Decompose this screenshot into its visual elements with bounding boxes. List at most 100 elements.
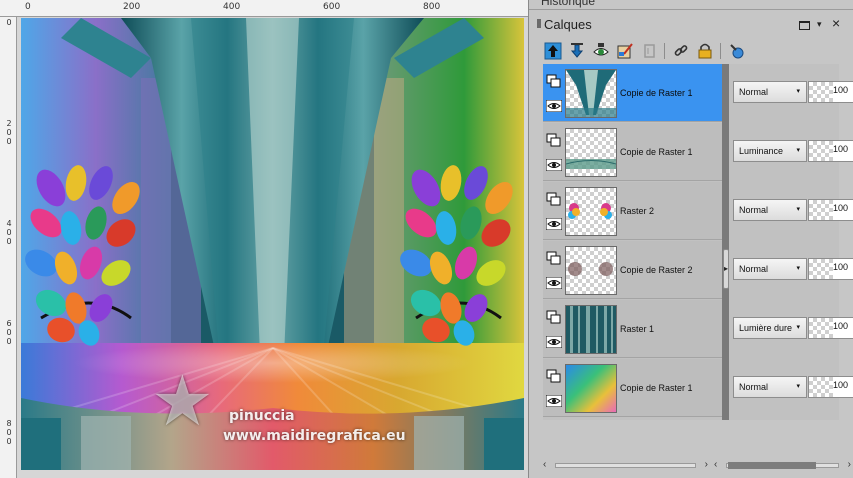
- history-panel-title: Historique: [541, 0, 596, 8]
- layer-thumbnail: [565, 187, 617, 236]
- layer-group-icon[interactable]: [546, 369, 562, 383]
- opacity-preview: [809, 141, 833, 161]
- vertical-ruler: 0 2 0 0 4 0 0 6 0 0 8 0 0: [0, 17, 17, 478]
- eye-icon[interactable]: [545, 335, 563, 349]
- chevron-down-icon: ▾: [796, 383, 800, 390]
- blend-mode-select[interactable]: Luminance ▾: [733, 140, 807, 162]
- close-icon[interactable]: ×: [832, 15, 840, 31]
- chevron-down-icon: ▾: [796, 324, 800, 331]
- layer-row[interactable]: Copie de Raster 1: [543, 64, 722, 122]
- watermark-url: www.maidiregrafica.eu: [223, 428, 406, 444]
- layers-panel: Historique Calques ▾ × ▸ Copie de Raster…: [528, 0, 853, 478]
- properties-horizontal-scrollbar[interactable]: ‹ ›: [714, 459, 851, 471]
- collapse-panel-handle[interactable]: ▸: [723, 249, 729, 289]
- star-logo-icon: ★: [151, 360, 214, 442]
- ruler-label: 200: [123, 2, 141, 12]
- opacity-preview: [809, 200, 833, 220]
- layer-name: Raster 1: [620, 324, 655, 334]
- layer-row[interactable]: Raster 2: [543, 182, 722, 240]
- new-layer-dropper-icon[interactable]: [726, 40, 748, 62]
- layer-group-icon[interactable]: [546, 310, 562, 324]
- scroll-right-icon[interactable]: ›: [705, 459, 708, 470]
- layers-list: ▸ Copie de Raster 1 Normal ▾ 100 Copie de…: [543, 64, 853, 420]
- chevron-down-icon: ▾: [796, 206, 800, 213]
- layer-row[interactable]: Copie de Raster 2: [543, 241, 722, 299]
- layer-name: Copie de Raster 1: [620, 383, 693, 393]
- blend-mode-value: Normal: [739, 382, 769, 392]
- canvas-area[interactable]: 0 200 400 600 800 0 2 0 0 4 0 0 6 0 0 8 …: [0, 0, 528, 478]
- toolbar-separator: [664, 43, 665, 59]
- history-panel-header[interactable]: Historique: [529, 0, 853, 10]
- scroll-track[interactable]: [555, 463, 696, 468]
- blend-mode-value: Normal: [739, 264, 769, 274]
- eye-icon[interactable]: [545, 276, 563, 290]
- artwork-canvas[interactable]: ★ pinuccia www.maidiregrafica.eu: [21, 18, 524, 470]
- blend-mode-select[interactable]: Normal ▾: [733, 376, 807, 398]
- scroll-left-icon[interactable]: ‹: [543, 459, 546, 470]
- layer-name: Raster 2: [620, 206, 655, 216]
- eye-icon[interactable]: [545, 394, 563, 408]
- move-layer-up-icon[interactable]: [542, 40, 564, 62]
- blend-mode-select[interactable]: Lumière dure ▾: [733, 317, 807, 339]
- eye-icon[interactable]: [545, 217, 563, 231]
- horizontal-ruler: 0 200 400 600 800: [0, 0, 528, 17]
- opacity-field[interactable]: 100: [808, 317, 853, 339]
- layer-row[interactable]: Raster 1: [543, 300, 722, 358]
- blend-mode-value: Normal: [739, 87, 769, 97]
- ruler-label: 0: [6, 18, 12, 27]
- layers-divider: [722, 64, 729, 420]
- opacity-field[interactable]: 100: [808, 81, 853, 103]
- maximize-icon[interactable]: [799, 21, 810, 30]
- blend-mode-select[interactable]: Normal ▾: [733, 81, 807, 103]
- blend-mode-select[interactable]: Normal ▾: [733, 258, 807, 280]
- scroll-right-icon[interactable]: ›: [848, 459, 851, 470]
- layer-group-icon[interactable]: [546, 251, 562, 265]
- opacity-field[interactable]: 100: [808, 199, 853, 221]
- chevron-down-icon: ▾: [796, 147, 800, 154]
- layer-row[interactable]: Copie de Raster 1: [543, 123, 722, 181]
- blend-mode-value: Luminance: [739, 146, 784, 156]
- opacity-field[interactable]: 100: [808, 258, 853, 280]
- layer-visibility-icon[interactable]: [590, 40, 612, 62]
- ruler-label: 0: [25, 2, 31, 12]
- layer-properties-icon[interactable]: [614, 40, 636, 62]
- opacity-value: 100: [833, 380, 849, 390]
- scroll-thumb[interactable]: [728, 462, 816, 469]
- layer-name: Copie de Raster 1: [620, 147, 693, 157]
- scroll-left-icon[interactable]: ‹: [714, 459, 717, 470]
- opacity-preview: [809, 377, 833, 397]
- move-layer-down-icon[interactable]: [566, 40, 588, 62]
- toolbar-separator: [720, 43, 721, 59]
- panel-title: Calques: [544, 17, 592, 32]
- opacity-value: 100: [833, 321, 849, 331]
- ruler-label: 800: [423, 2, 441, 12]
- lock-transparency-icon[interactable]: [694, 40, 716, 62]
- eye-icon[interactable]: [545, 158, 563, 172]
- layer-group-icon[interactable]: [546, 192, 562, 206]
- ruler-label: 4 0 0: [6, 219, 12, 246]
- blend-mode-select[interactable]: Normal ▾: [733, 199, 807, 221]
- opacity-value: 100: [833, 85, 849, 95]
- layer-name: Copie de Raster 1: [620, 88, 693, 98]
- layer-group-icon[interactable]: [546, 74, 562, 88]
- opacity-preview: [809, 82, 833, 102]
- eye-icon[interactable]: [545, 99, 563, 113]
- layer-row[interactable]: Copie de Raster 1: [543, 359, 722, 417]
- artwork-image: [21, 18, 524, 470]
- opacity-value: 100: [833, 144, 849, 154]
- link-layers-icon[interactable]: [670, 40, 692, 62]
- layer-thumbnail: [565, 364, 617, 413]
- delete-layer-icon[interactable]: [638, 40, 660, 62]
- panel-menu-arrow-icon[interactable]: ▾: [817, 19, 822, 30]
- opacity-field[interactable]: 100: [808, 376, 853, 398]
- opacity-preview: [809, 318, 833, 338]
- layers-toolbar: [529, 38, 853, 64]
- layer-thumbnail: [565, 305, 617, 354]
- layer-thumbnail: [565, 246, 617, 295]
- blend-mode-value: Lumière dure: [739, 323, 793, 333]
- opacity-field[interactable]: 100: [808, 140, 853, 162]
- layer-thumbnail: [565, 128, 617, 177]
- layer-name: Copie de Raster 2: [620, 265, 693, 275]
- layers-horizontal-scrollbar[interactable]: ‹ ›: [543, 459, 708, 471]
- layer-group-icon[interactable]: [546, 133, 562, 147]
